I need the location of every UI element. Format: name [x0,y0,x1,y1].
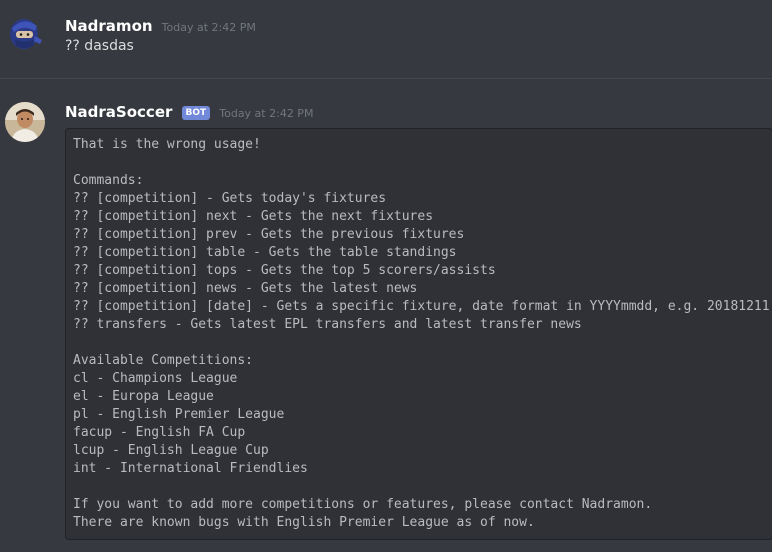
code-line: ?? transfers - Gets latest EPL transfers… [73,317,582,332]
message-header: Nadramon Today at 2:42 PM [65,16,256,35]
avatar[interactable] [5,14,45,54]
message-nadrasoccer: NadraSoccer BOT Today at 2:42 PM That is… [0,92,772,552]
code-line: cl - Champions League [73,371,238,386]
message-text: ?? dasdas [65,38,134,54]
username[interactable]: Nadramon [65,17,153,35]
code-line: That is the wrong usage! [73,137,261,152]
ninja-avatar-icon [5,14,45,54]
person-avatar-icon [5,102,45,142]
code-line: ?? [competition] [date] - Gets a specifi… [73,299,770,314]
code-block: That is the wrong usage! Commands: ?? [com… [65,128,772,540]
code-line: If you want to add more competitions or … [73,497,653,512]
chat-messages: Nadramon Today at 2:42 PM ?? dasdas Nadr… [0,0,772,552]
code-line: Commands: [73,173,144,188]
message-nadramon: Nadramon Today at 2:42 PM ?? dasdas [0,0,772,72]
code-line: ?? [competition] next - Gets the next fi… [73,209,434,224]
message-header: NadraSoccer BOT Today at 2:42 PM [65,102,313,121]
timestamp: Today at 2:42 PM [219,107,314,120]
code-line: There are known bugs with English Premie… [73,515,535,530]
code-line: ?? [competition] prev - Gets the previou… [73,227,465,242]
code-line: int - International Friendlies [73,461,308,476]
username[interactable]: NadraSoccer [65,103,172,121]
avatar[interactable] [5,102,45,142]
code-line: el - Europa League [73,389,214,404]
code-line: ?? [competition] news - Gets the latest … [73,281,418,296]
code-line: facup - English FA Cup [73,425,246,440]
code-line: lcup - English League Cup [73,443,269,458]
bot-badge: BOT [181,106,211,120]
timestamp: Today at 2:42 PM [161,21,256,34]
code-line: Available Competitions: [73,353,254,368]
message-divider [0,78,772,79]
code-line: ?? [competition] tops - Gets the top 5 s… [73,263,496,278]
code-line: ?? [competition] - Gets today's fixtures [73,191,387,206]
code-line: pl - English Premier League [73,407,285,422]
code-line: ?? [competition] table - Gets the table … [73,245,457,260]
